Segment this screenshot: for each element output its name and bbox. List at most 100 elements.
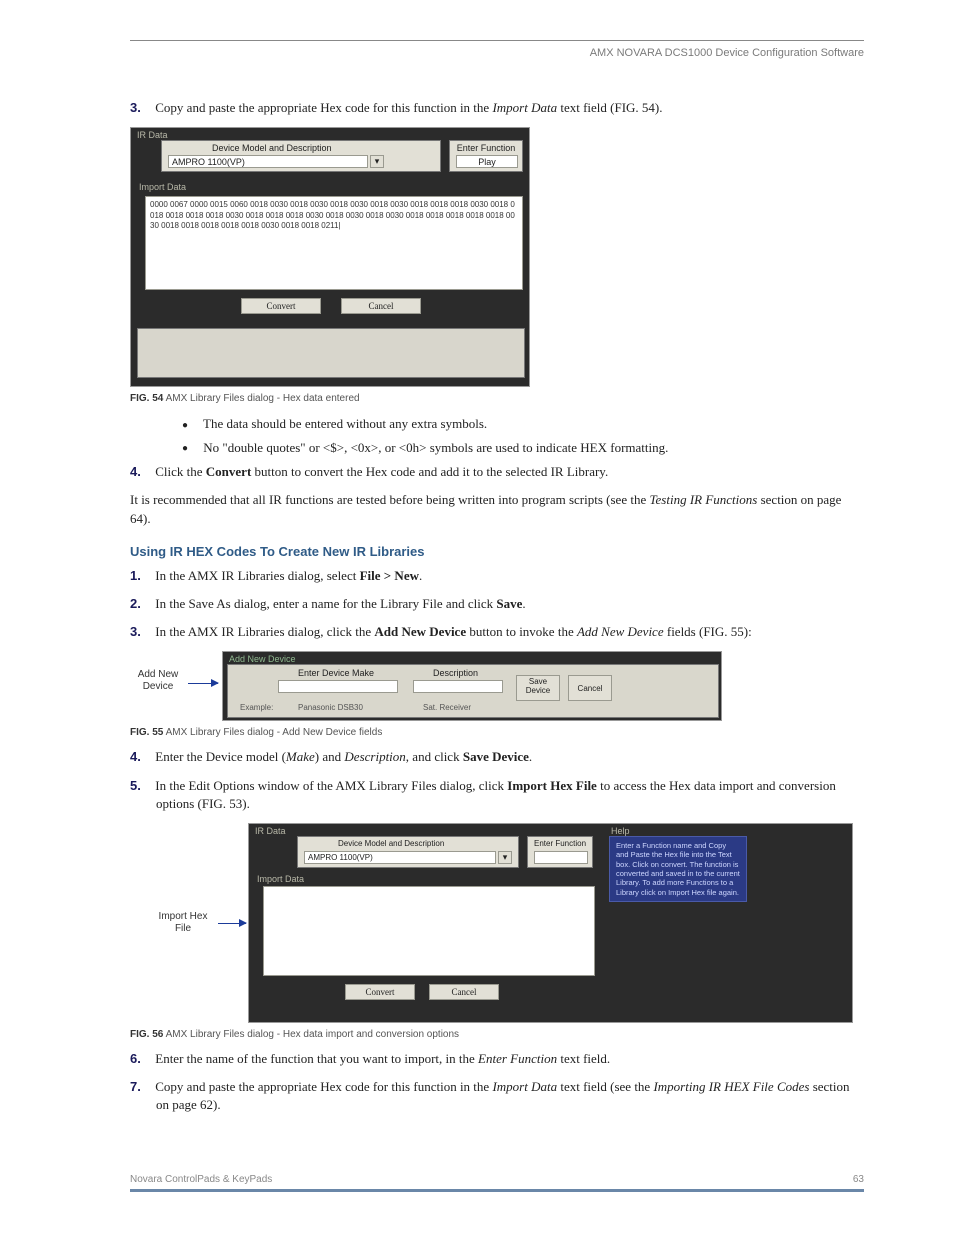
add-new-device-group-label: Add New Device — [229, 654, 296, 664]
t: Save — [496, 596, 522, 611]
bullet-icon: ● — [182, 418, 200, 433]
t: It is recommended that all IR functions … — [130, 492, 649, 507]
recommendation: It is recommended that all IR functions … — [130, 491, 864, 527]
fig-56-caption-b: FIG. 56 — [130, 1029, 163, 1040]
enter-function-field[interactable]: Play — [456, 155, 518, 168]
desc-field[interactable] — [413, 680, 503, 693]
step-num: 5. — [130, 777, 152, 795]
fig-54-caption-b: FIG. 54 — [130, 393, 163, 404]
step-num: 3. — [130, 99, 152, 117]
step-text: Copy and paste the appropriate Hex code … — [155, 100, 492, 115]
enter-function-field[interactable] — [534, 851, 588, 864]
enter-function-label: Enter Function — [450, 143, 522, 153]
fig-55-caption-b: FIG. 55 — [130, 727, 163, 738]
step-num: 1. — [130, 567, 152, 585]
t: fields (FIG. 55): — [664, 624, 752, 639]
step-text-em: Import Data — [492, 100, 557, 115]
enter-function-panel: Enter Function — [527, 836, 593, 868]
import-data-textarea[interactable] — [263, 886, 595, 976]
help-label: Help — [611, 826, 630, 836]
t: In the Save As dialog, enter a name for … — [155, 596, 496, 611]
desc-label: Description — [433, 668, 478, 678]
convert-button[interactable]: Convert — [241, 298, 321, 314]
t: . — [419, 568, 422, 583]
t: Add New Device — [577, 624, 664, 639]
step-7b: 7. Copy and paste the appropriate Hex co… — [156, 1078, 864, 1114]
cancel-button[interactable]: Cancel — [568, 675, 612, 701]
fig-56-image: IR Data Device Model and Description AMP… — [248, 823, 853, 1023]
fig-56-caption-t: AMX Library Files dialog - Hex data impo… — [163, 1029, 459, 1040]
bullet-2: ● No "double quotes" or <$>, <0x>, or <0… — [200, 438, 864, 458]
t: In the AMX IR Libraries dialog, select — [155, 568, 359, 583]
example-desc: Sat. Receiver — [423, 703, 471, 712]
step-2b: 2. In the Save As dialog, enter a name f… — [156, 595, 864, 613]
step-num: 6. — [130, 1050, 152, 1068]
t: button to invoke the — [466, 624, 577, 639]
t: Add New Device — [374, 624, 466, 639]
footer-left: Novara ControlPads & KeyPads — [130, 1174, 272, 1185]
t: Save Device — [463, 749, 529, 764]
save-device-button[interactable]: Save Device — [516, 675, 560, 701]
t: text field. — [557, 1051, 610, 1066]
bullet-text: No "double quotes" or <$>, <0x>, or <0h>… — [203, 440, 668, 455]
t: , and click — [406, 749, 463, 764]
step-1b: 1. In the AMX IR Libraries dialog, selec… — [156, 567, 864, 585]
t: Testing IR Functions — [649, 492, 757, 507]
device-model-field[interactable]: AMPRO 1100(VP) — [304, 851, 496, 864]
step-4: 4. Click the Convert button to convert t… — [156, 463, 864, 481]
import-data-label: Import Data — [257, 874, 304, 884]
step-num: 2. — [130, 595, 152, 613]
t: . — [522, 596, 525, 611]
fig-55-caption-t: AMX Library Files dialog - Add New Devic… — [163, 727, 382, 738]
cancel-button[interactable]: Cancel — [341, 298, 421, 314]
make-field[interactable] — [278, 680, 398, 693]
step-text-tail: text field (FIG. 54). — [557, 100, 662, 115]
callout-import-hex-file: Import Hex File — [148, 911, 218, 935]
add-new-device-panel: Enter Device Make Description Save Devic… — [227, 664, 719, 718]
convert-button[interactable]: Convert — [345, 984, 415, 1000]
step-3: 3. Copy and paste the appropriate Hex co… — [156, 99, 864, 117]
device-model-panel: Device Model and Description AMPRO 1100(… — [297, 836, 519, 868]
t: Enter Function — [478, 1051, 557, 1066]
make-label: Enter Device Make — [298, 668, 374, 678]
t: . — [529, 749, 532, 764]
section-heading: Using IR HEX Codes To Create New IR Libr… — [130, 544, 864, 559]
cancel-button[interactable]: Cancel — [429, 984, 499, 1000]
ir-data-label: IR Data — [137, 130, 168, 140]
step-num: 4. — [130, 463, 152, 481]
dropdown-icon[interactable]: ▾ — [498, 851, 512, 864]
device-model-label: Device Model and Description — [338, 839, 444, 848]
enter-function-panel: Enter Function Play — [449, 140, 523, 172]
bullet-text: The data should be entered without any e… — [203, 416, 487, 431]
t: In the AMX IR Libraries dialog, click th… — [155, 624, 374, 639]
fig-55: Add New Device Add New Device Enter Devi… — [130, 651, 864, 738]
example-make: Panasonic DSB30 — [298, 703, 363, 712]
step-num: 4. — [130, 748, 152, 766]
t: Import Data — [492, 1079, 557, 1094]
edit-options-panel — [137, 328, 525, 378]
bullet-icon: ● — [182, 441, 200, 456]
page-content: 3. Copy and paste the appropriate Hex co… — [130, 99, 864, 1114]
t: Import Hex File — [507, 778, 597, 793]
page-number: 63 — [853, 1174, 864, 1185]
t: Convert — [206, 464, 252, 479]
t: File > New — [360, 568, 419, 583]
step-6b: 6. Enter the name of the function that y… — [156, 1050, 864, 1068]
page-header: AMX NOVARA DCS1000 Device Configuration … — [130, 47, 864, 59]
dropdown-icon[interactable]: ▾ — [370, 155, 384, 168]
t: Enter the name of the function that you … — [155, 1051, 478, 1066]
arrow-icon — [188, 683, 218, 684]
device-model-label: Device Model and Description — [212, 143, 332, 153]
fig-55-image: Add New Device Enter Device Make Descrip… — [222, 651, 722, 721]
step-5b: 5. In the Edit Options window of the AMX… — [156, 777, 864, 813]
device-model-field[interactable]: AMPRO 1100(VP) — [168, 155, 368, 168]
fig-55-caption: FIG. 55 AMX Library Files dialog - Add N… — [130, 727, 864, 738]
fig-54-caption-t: AMX Library Files dialog - Hex data ente… — [163, 393, 359, 404]
t: Description — [344, 749, 405, 764]
fig-56: Import Hex File IR Data Device Model and… — [130, 823, 864, 1040]
bullet-1: ● The data should be entered without any… — [200, 414, 864, 434]
import-data-textarea[interactable]: 0000 0067 0000 0015 0060 0018 0030 0018 … — [145, 196, 523, 290]
callout-add-new-device: Add New Device — [128, 669, 188, 693]
t: Enter the Device model ( — [155, 749, 286, 764]
enter-function-label: Enter Function — [528, 839, 592, 848]
